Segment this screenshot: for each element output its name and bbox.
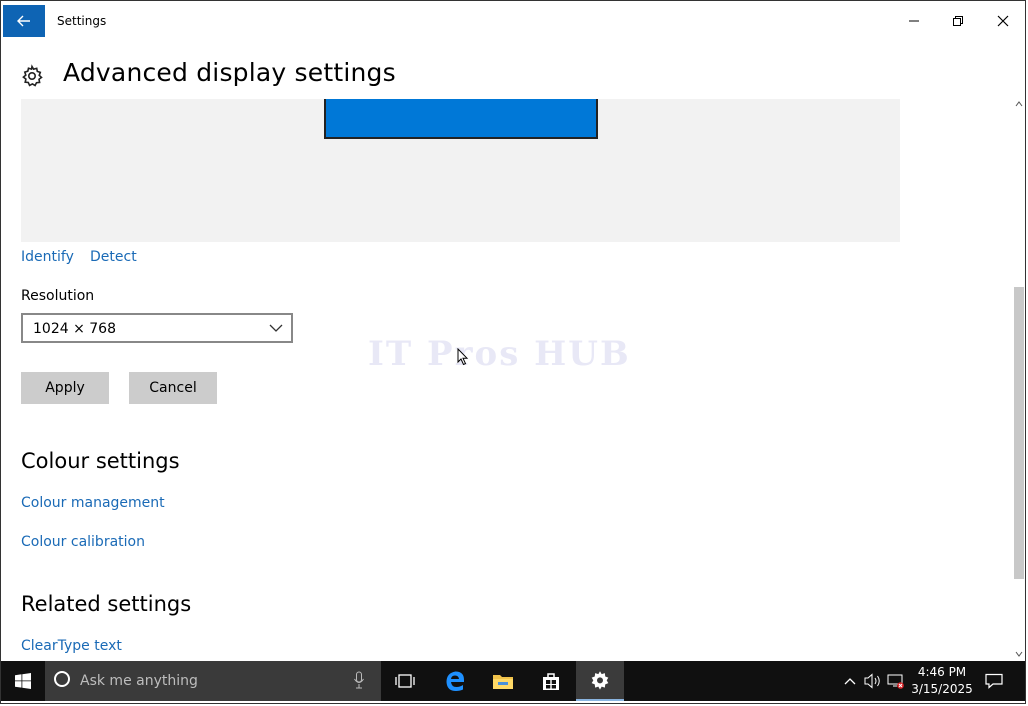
windows-logo-icon [15, 673, 31, 689]
restore-button[interactable] [936, 5, 980, 37]
clock-date: 3/15/2025 [911, 682, 973, 696]
resolution-label: Resolution [21, 288, 95, 304]
action-center-icon [985, 673, 1003, 689]
scroll-down-arrow[interactable] [1013, 648, 1025, 660]
settings-taskbar-button[interactable] [576, 661, 624, 701]
edge-button[interactable] [431, 661, 479, 701]
task-view-button[interactable] [381, 661, 429, 701]
mouse-cursor-icon [457, 348, 469, 366]
edge-icon [446, 671, 464, 691]
store-button[interactable] [527, 661, 575, 701]
gear-icon [22, 64, 43, 87]
back-button[interactable] [3, 5, 45, 37]
start-button[interactable] [1, 661, 45, 701]
cancel-button[interactable]: Cancel [129, 372, 217, 404]
close-icon [997, 15, 1009, 27]
detect-link[interactable]: Detect [90, 249, 137, 265]
action-center-button[interactable] [981, 661, 1007, 701]
file-explorer-icon [493, 675, 513, 689]
monitor-1[interactable] [324, 99, 598, 139]
settings-gear-icon [591, 671, 609, 690]
minimize-icon [909, 20, 919, 22]
colour-settings-heading: Colour settings [21, 449, 180, 473]
search-placeholder: Ask me anything [80, 673, 198, 689]
file-explorer-button[interactable] [479, 661, 527, 701]
display-arrangement-area [21, 99, 900, 242]
minimize-button[interactable] [892, 5, 936, 37]
network-button[interactable] [885, 661, 907, 701]
microphone-icon[interactable] [353, 671, 365, 689]
close-button[interactable] [981, 5, 1025, 37]
scroll-up-arrow[interactable] [1013, 98, 1025, 110]
maximize-icon [953, 16, 963, 26]
identify-link[interactable]: Identify [21, 249, 74, 265]
colour-management-link[interactable]: Colour management [21, 495, 165, 511]
window-title: Settings [57, 14, 107, 28]
chevron-down-icon [269, 324, 283, 332]
page-title: Advanced display settings [63, 58, 396, 87]
taskbar: Ask me anything 4:46 PM 3/15/2025 [1, 661, 1025, 701]
chevron-up-icon [844, 678, 856, 685]
clock-time: 4:46 PM [917, 665, 967, 679]
system-clock[interactable]: 4:46 PM 3/15/2025 [907, 664, 977, 700]
search-box[interactable]: Ask me anything [45, 661, 381, 701]
cleartype-text-link[interactable]: ClearType text [21, 638, 122, 654]
volume-icon [864, 673, 880, 689]
show-hidden-icons-button[interactable] [841, 661, 859, 701]
network-icon [887, 674, 904, 689]
resolution-value: 1024 × 768 [33, 321, 116, 337]
colour-calibration-link[interactable]: Colour calibration [21, 534, 145, 550]
store-icon [543, 673, 559, 690]
resolution-dropdown[interactable]: 1024 × 768 [21, 313, 293, 343]
title-bar: Settings [1, 1, 1025, 39]
apply-button[interactable]: Apply [21, 372, 109, 404]
back-arrow-icon [17, 15, 30, 27]
scrollbar-thumb[interactable] [1014, 287, 1024, 579]
volume-button[interactable] [862, 661, 884, 701]
related-settings-heading: Related settings [21, 592, 192, 616]
watermark: IT Pros HUB [368, 334, 631, 374]
task-view-icon [395, 674, 415, 688]
cortana-icon [54, 671, 70, 687]
